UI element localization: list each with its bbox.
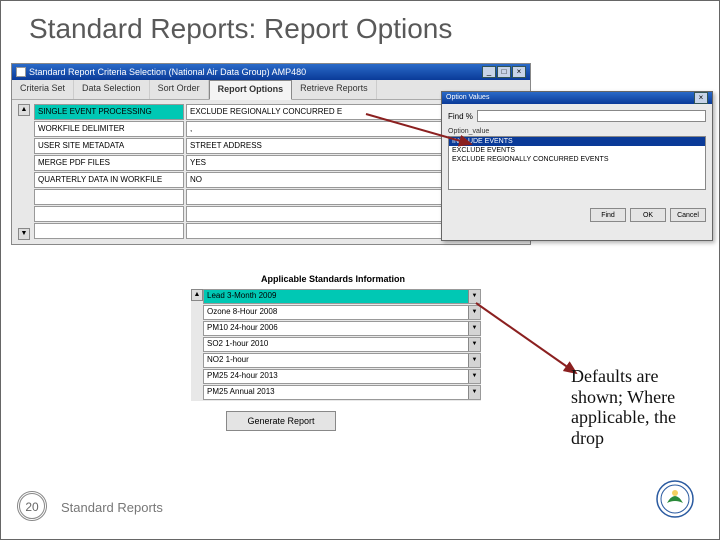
popup-find-button[interactable]: Find (590, 208, 626, 222)
chevron-down-icon[interactable]: ▼ (468, 306, 480, 319)
tab-retrieve-reports[interactable]: Retrieve Reports (292, 80, 377, 99)
option-values-popup: Option Values × Find % Option_value INCL… (441, 91, 713, 241)
option-label: WORKFILE DELIMITER (34, 121, 184, 137)
minimize-button[interactable]: _ (482, 66, 496, 78)
popup-ok-button[interactable]: OK (630, 208, 666, 222)
option-label: SINGLE EVENT PROCESSING (34, 104, 184, 120)
close-button[interactable]: × (512, 66, 526, 78)
generate-report-button[interactable]: Generate Report (226, 411, 336, 431)
popup-close-button[interactable]: × (694, 92, 708, 104)
option-label (34, 206, 184, 222)
slide-title: Standard Reports: Report Options (1, 1, 719, 45)
standard-dropdown[interactable]: PM25 24-hour 2013▼ (203, 369, 481, 384)
popup-titlebar: Option Values × (442, 92, 712, 104)
chevron-down-icon[interactable]: ▼ (468, 386, 480, 399)
option-label: QUARTERLY DATA IN WORKFILE (34, 172, 184, 188)
find-input[interactable] (477, 110, 706, 122)
popup-cancel-button[interactable]: Cancel (670, 208, 706, 222)
applicable-standards-label: Applicable Standards Information (261, 274, 405, 284)
window-titlebar: Standard Report Criteria Selection (Nati… (12, 64, 530, 80)
standard-dropdown[interactable]: NO2 1-hour▼ (203, 353, 481, 368)
chevron-down-icon[interactable]: ▼ (468, 354, 480, 367)
window-title: Standard Report Criteria Selection (Nati… (29, 64, 306, 80)
standard-dropdown[interactable]: Lead 3-Month 2009▼ (203, 289, 481, 304)
option-label (34, 189, 184, 205)
popup-column-header: Option_value (448, 128, 706, 135)
maximize-button[interactable]: □ (497, 66, 511, 78)
list-item[interactable]: EXCLUDE EVENTS (449, 146, 705, 155)
list-item[interactable]: EXCLUDE REGIONALLY CONCURRED EVENTS (449, 155, 705, 164)
scroll-up-button[interactable]: ▲ (18, 104, 30, 116)
standards-panel: ▲ Lead 3-Month 2009▼ Ozone 8-Hour 2008▼ … (191, 289, 481, 401)
page-number: 20 (17, 491, 47, 521)
chevron-down-icon[interactable]: ▼ (468, 370, 480, 383)
chevron-down-icon[interactable]: ▼ (468, 338, 480, 351)
tab-criteria-set[interactable]: Criteria Set (12, 80, 74, 99)
option-label: MERGE PDF FILES (34, 155, 184, 171)
chevron-down-icon[interactable]: ▼ (468, 322, 480, 335)
tab-data-selection[interactable]: Data Selection (74, 80, 150, 99)
standard-dropdown[interactable]: PM25 Annual 2013▼ (203, 385, 481, 400)
popup-title: Option Values (446, 90, 489, 106)
option-label (34, 223, 184, 239)
callout-text: Defaults are shown; Where applicable, th… (571, 366, 711, 449)
app-icon (16, 67, 26, 77)
popup-list[interactable]: INCLUDE EVENTS EXCLUDE EVENTS EXCLUDE RE… (448, 136, 706, 190)
epa-logo-icon (655, 479, 695, 519)
list-item[interactable]: INCLUDE EVENTS (449, 137, 705, 146)
scroll-down-button[interactable]: ▼ (18, 228, 30, 240)
standard-dropdown[interactable]: Ozone 8-Hour 2008▼ (203, 305, 481, 320)
tab-report-options[interactable]: Report Options (209, 80, 293, 100)
standard-dropdown[interactable]: SO2 1-hour 2010▼ (203, 337, 481, 352)
standard-dropdown[interactable]: PM10 24-hour 2006▼ (203, 321, 481, 336)
chevron-down-icon[interactable]: ▼ (468, 290, 480, 303)
find-label: Find % (448, 112, 473, 121)
option-label: USER SITE METADATA (34, 138, 184, 154)
standards-scrollbar: ▲ (191, 289, 203, 401)
slide-container: Standard Reports: Report Options Standar… (0, 0, 720, 540)
tab-sort-order[interactable]: Sort Order (150, 80, 209, 99)
options-scrollbar: ▲ ▼ (18, 104, 32, 240)
footer-label: Standard Reports (61, 500, 163, 515)
scroll-up-button[interactable]: ▲ (191, 289, 203, 301)
